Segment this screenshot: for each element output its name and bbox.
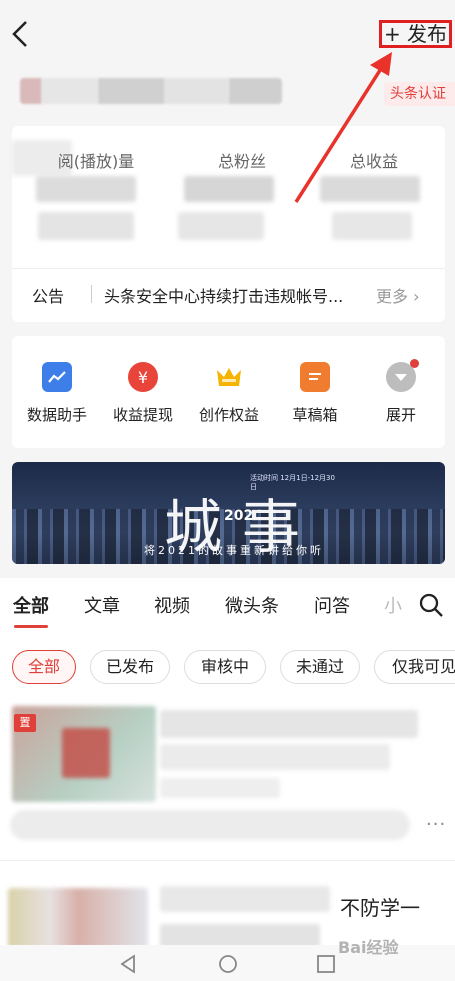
chart-icon	[42, 362, 72, 392]
feed-meta-blurred	[160, 778, 280, 798]
thumbnail-detail	[62, 728, 110, 778]
tool-label: 收益提现	[112, 406, 173, 424]
banner-subtitle: 将2021的故事重新讲给你听	[144, 544, 324, 557]
stats-card: 阅(播放)量 总粉丝 总收益 公告 头条安全中心持续打击违规帐号... 更多 ›	[12, 126, 445, 322]
tool-label: 展开	[385, 406, 416, 424]
stat-label-views: 阅(播放)量	[57, 152, 135, 171]
tab-videos[interactable]: 视频	[154, 592, 190, 618]
feed-title-line2-blurred	[160, 924, 320, 945]
tool-label: 数据助手	[26, 406, 87, 424]
divider	[0, 860, 455, 861]
stat-sub-views-blurred	[38, 212, 134, 240]
tool-drafts[interactable]: 草稿箱	[270, 362, 360, 425]
feed-title-fragment: 不防学一	[340, 896, 420, 920]
top-bar: + 发布	[0, 0, 455, 70]
tab-more-truncated[interactable]: 小	[384, 592, 402, 618]
active-tab-indicator	[14, 625, 48, 628]
tab-all[interactable]: 全部	[13, 592, 49, 618]
tool-label: 创作权益	[198, 406, 259, 424]
status-filters: 全部 已发布 审核中 未通过 仅我可见	[0, 630, 455, 700]
stat-sub-income-blurred	[332, 212, 412, 240]
nav-home-icon[interactable]	[217, 953, 239, 975]
nav-back-icon[interactable]	[118, 953, 140, 975]
content-feed: 置 ··· 不防学一	[0, 700, 455, 945]
more-options-icon[interactable]: ···	[426, 814, 446, 835]
filter-rejected[interactable]: 未通过	[280, 650, 360, 684]
stat-value-income-blurred	[320, 176, 420, 202]
tab-micro-posts[interactable]: 微头条	[225, 592, 279, 618]
tab-articles[interactable]: 文章	[84, 592, 120, 618]
notice-divider	[91, 285, 92, 303]
feed-title-blurred	[160, 710, 418, 738]
tool-data-assistant[interactable]: 数据助手	[12, 362, 102, 425]
stat-value-views-blurred	[36, 176, 136, 202]
tool-income-withdraw[interactable]: ¥ 收益提现	[98, 362, 188, 425]
feed-item[interactable]: 置 ···	[0, 700, 455, 850]
notice-text[interactable]: 头条安全中心持续打击违规帐号...	[104, 283, 374, 307]
banner-event-dates: 活动时间 12月1日-12月30日	[250, 474, 335, 491]
nav-recents-icon[interactable]	[315, 953, 337, 975]
filter-all[interactable]: 全部	[12, 650, 76, 684]
crown-icon	[214, 362, 244, 392]
expand-icon	[386, 359, 419, 392]
notice-more-link[interactable]: 更多 ›	[376, 283, 420, 307]
feed-title-blurred	[160, 886, 330, 912]
stat-label-followers: 总粉丝	[217, 152, 266, 171]
thumbnail-blurred	[8, 888, 148, 945]
notice-bar[interactable]: 公告 头条安全中心持续打击违规帐号... 更多 ›	[12, 268, 445, 318]
pinned-badge: 置	[14, 714, 36, 732]
baidu-watermark: Bai经验	[338, 938, 399, 957]
filter-published[interactable]: 已发布	[90, 650, 170, 684]
back-arrow-icon[interactable]	[8, 18, 34, 50]
filter-under-review[interactable]: 审核中	[184, 650, 266, 684]
yen-icon: ¥	[128, 362, 158, 392]
account-name-blurred	[20, 78, 282, 104]
content-tabs: 全部 文章 视频 微头条 问答 小	[0, 578, 455, 630]
notice-tag: 公告	[32, 287, 65, 306]
tool-label: 草稿箱	[292, 406, 338, 424]
feed-stats-blurred	[10, 810, 410, 840]
draft-icon	[300, 362, 330, 392]
search-icon[interactable]	[418, 592, 444, 618]
red-dot-badge	[410, 359, 419, 368]
banner-year: 202	[224, 508, 254, 524]
tool-expand[interactable]: 展开	[356, 359, 446, 425]
city-story-banner[interactable]: 城事 活动时间 12月1日-12月30日 202 将2021的故事重新讲给你听	[12, 462, 445, 564]
stat-label-income: 总收益	[349, 152, 398, 171]
stat-sub-followers-blurred	[178, 212, 264, 240]
verified-badge[interactable]: 头条认证	[384, 82, 455, 106]
feed-title-line2-blurred	[160, 744, 390, 770]
tab-qa[interactable]: 问答	[314, 592, 350, 618]
tools-card: 数据助手 ¥ 收益提现 创作权益 草稿箱 展开	[12, 336, 445, 448]
stat-value-followers-blurred	[184, 176, 274, 202]
svg-text:¥: ¥	[138, 368, 148, 387]
publish-button[interactable]: + 发布	[379, 20, 452, 48]
tool-creator-benefits[interactable]: 创作权益	[184, 362, 274, 425]
filter-private[interactable]: 仅我可见	[374, 650, 455, 684]
